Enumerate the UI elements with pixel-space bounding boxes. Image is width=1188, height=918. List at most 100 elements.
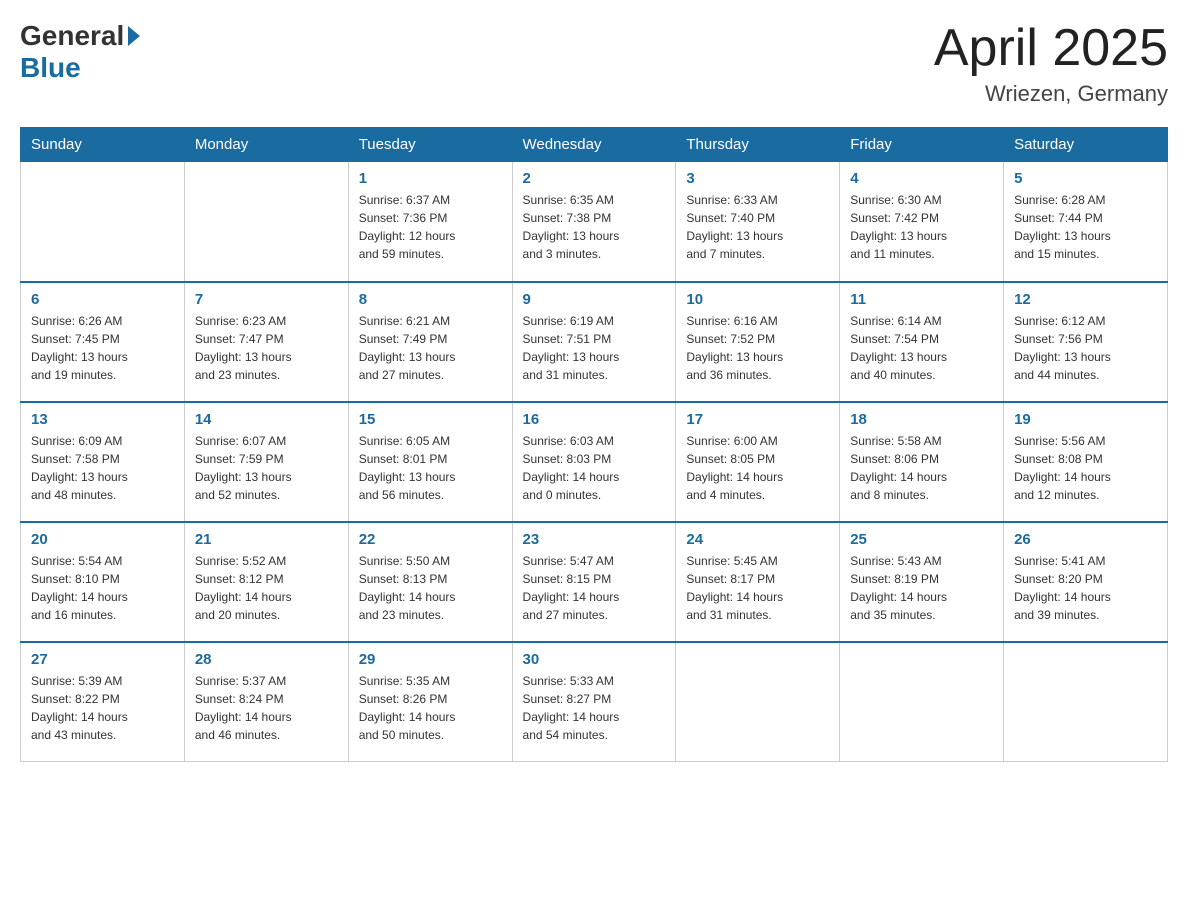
col-header-monday: Monday: [184, 128, 348, 162]
calendar-cell: 12 Sunrise: 6:12 AM Sunset: 7:56 PM Dayli…: [1004, 282, 1168, 402]
day-info: Sunrise: 6:30 AM Sunset: 7:42 PM Dayligh…: [850, 191, 993, 263]
col-header-wednesday: Wednesday: [512, 128, 676, 162]
day-number: 11: [850, 291, 993, 308]
calendar-cell: 25Sunrise: 5:43 AM Sunset: 8:19 PM Dayli…: [840, 522, 1004, 642]
day-info: Sunrise: 6:14 AM Sunset: 7:54 PM Dayligh…: [850, 312, 993, 384]
calendar-cell: 11 Sunrise: 6:14 AM Sunset: 7:54 PM Dayli…: [840, 282, 1004, 402]
day-number: 28: [195, 651, 338, 668]
calendar-cell: 2Sunrise: 6:35 AM Sunset: 7:38 PM Daylig…: [512, 162, 676, 282]
day-info: Sunrise: 5:50 AM Sunset: 8:13 PM Dayligh…: [359, 552, 502, 624]
calendar-cell: [184, 162, 348, 282]
col-header-sunday: Sunday: [21, 128, 185, 162]
day-number: 27: [31, 651, 174, 668]
day-info: Sunrise: 6:26 AM Sunset: 7:45 PM Dayligh…: [31, 312, 174, 384]
calendar-cell: [676, 642, 840, 762]
day-number: 21: [195, 531, 338, 548]
calendar-cell: 16 Sunrise: 6:03 AM Sunset: 8:03 PM Dayli…: [512, 402, 676, 522]
calendar-cell: [840, 642, 1004, 762]
calendar-cell: 14Sunrise: 6:07 AM Sunset: 7:59 PM Dayli…: [184, 402, 348, 522]
day-info: Sunrise: 5:56 AM Sunset: 8:08 PM Dayligh…: [1014, 432, 1157, 504]
title-block: April 2025 Wriezen, Germany: [934, 20, 1168, 107]
day-number: 12: [1014, 291, 1157, 308]
day-info: Sunrise: 6:09 AM Sunset: 7:58 PM Dayligh…: [31, 432, 174, 504]
day-info: Sunrise: 6:37 AM Sunset: 7:36 PM Dayligh…: [359, 191, 502, 263]
day-number: 19: [1014, 411, 1157, 428]
day-number: 6: [31, 291, 174, 308]
day-number: 3: [686, 170, 829, 187]
day-number: 16: [523, 411, 666, 428]
location-text: Wriezen, Germany: [934, 81, 1168, 107]
day-info: Sunrise: 6:33 AM Sunset: 7:40 PM Dayligh…: [686, 191, 829, 263]
day-number: 22: [359, 531, 502, 548]
calendar-cell: 18Sunrise: 5:58 AM Sunset: 8:06 PM Dayli…: [840, 402, 1004, 522]
page-header: General Blue April 2025 Wriezen, Germany: [20, 20, 1168, 107]
day-info: Sunrise: 6:05 AM Sunset: 8:01 PM Dayligh…: [359, 432, 502, 504]
day-number: 17: [686, 411, 829, 428]
calendar-cell: 5Sunrise: 6:28 AM Sunset: 7:44 PM Daylig…: [1004, 162, 1168, 282]
calendar-cell: 4Sunrise: 6:30 AM Sunset: 7:42 PM Daylig…: [840, 162, 1004, 282]
calendar-cell: 19 Sunrise: 5:56 AM Sunset: 8:08 PM Dayli…: [1004, 402, 1168, 522]
calendar-cell: 21Sunrise: 5:52 AM Sunset: 8:12 PM Dayli…: [184, 522, 348, 642]
calendar-table: SundayMondayTuesdayWednesdayThursdayFrid…: [20, 127, 1168, 762]
day-number: 13: [31, 411, 174, 428]
logo: General Blue: [20, 20, 140, 84]
day-info: Sunrise: 6:28 AM Sunset: 7:44 PM Dayligh…: [1014, 191, 1157, 263]
day-info: Sunrise: 6:16 AM Sunset: 7:52 PM Dayligh…: [686, 312, 829, 384]
col-header-friday: Friday: [840, 128, 1004, 162]
day-number: 14: [195, 411, 338, 428]
calendar-week-1: 1 Sunrise: 6:37 AM Sunset: 7:36 PM Daylig…: [21, 162, 1168, 282]
calendar-cell: 29 Sunrise: 5:35 AM Sunset: 8:26 PM Dayli…: [348, 642, 512, 762]
day-number: 26: [1014, 531, 1157, 548]
day-info: Sunrise: 6:19 AM Sunset: 7:51 PM Dayligh…: [523, 312, 666, 384]
month-title: April 2025: [934, 20, 1168, 77]
day-info: Sunrise: 6:12 AM Sunset: 7:56 PM Dayligh…: [1014, 312, 1157, 384]
day-number: 24: [686, 531, 829, 548]
calendar-cell: 6 Sunrise: 6:26 AM Sunset: 7:45 PM Daylig…: [21, 282, 185, 402]
day-number: 8: [359, 291, 502, 308]
day-info: Sunrise: 5:33 AM Sunset: 8:27 PM Dayligh…: [523, 672, 666, 744]
day-number: 30: [523, 651, 666, 668]
calendar-cell: [21, 162, 185, 282]
day-info: Sunrise: 5:45 AM Sunset: 8:17 PM Dayligh…: [686, 552, 829, 624]
day-info: Sunrise: 5:58 AM Sunset: 8:06 PM Dayligh…: [850, 432, 993, 504]
logo-general-text: General: [20, 20, 124, 52]
day-info: Sunrise: 5:43 AM Sunset: 8:19 PM Dayligh…: [850, 552, 993, 624]
calendar-week-2: 6 Sunrise: 6:26 AM Sunset: 7:45 PM Daylig…: [21, 282, 1168, 402]
col-header-thursday: Thursday: [676, 128, 840, 162]
day-info: Sunrise: 5:54 AM Sunset: 8:10 PM Dayligh…: [31, 552, 174, 624]
calendar-cell: [1004, 642, 1168, 762]
calendar-cell: 9 Sunrise: 6:19 AM Sunset: 7:51 PM Daylig…: [512, 282, 676, 402]
calendar-week-4: 20Sunrise: 5:54 AM Sunset: 8:10 PM Dayli…: [21, 522, 1168, 642]
day-number: 29: [359, 651, 502, 668]
day-info: Sunrise: 5:37 AM Sunset: 8:24 PM Dayligh…: [195, 672, 338, 744]
day-number: 1: [359, 170, 502, 187]
day-info: Sunrise: 6:23 AM Sunset: 7:47 PM Dayligh…: [195, 312, 338, 384]
day-info: Sunrise: 5:47 AM Sunset: 8:15 PM Dayligh…: [523, 552, 666, 624]
calendar-cell: 17Sunrise: 6:00 AM Sunset: 8:05 PM Dayli…: [676, 402, 840, 522]
calendar-cell: 8 Sunrise: 6:21 AM Sunset: 7:49 PM Daylig…: [348, 282, 512, 402]
calendar-cell: 10 Sunrise: 6:16 AM Sunset: 7:52 PM Dayli…: [676, 282, 840, 402]
calendar-cell: 1 Sunrise: 6:37 AM Sunset: 7:36 PM Daylig…: [348, 162, 512, 282]
calendar-cell: 15Sunrise: 6:05 AM Sunset: 8:01 PM Dayli…: [348, 402, 512, 522]
header-row: SundayMondayTuesdayWednesdayThursdayFrid…: [21, 128, 1168, 162]
day-number: 2: [523, 170, 666, 187]
day-number: 10: [686, 291, 829, 308]
calendar-cell: 7Sunrise: 6:23 AM Sunset: 7:47 PM Daylig…: [184, 282, 348, 402]
day-info: Sunrise: 6:21 AM Sunset: 7:49 PM Dayligh…: [359, 312, 502, 384]
calendar-week-3: 13 Sunrise: 6:09 AM Sunset: 7:58 PM Dayli…: [21, 402, 1168, 522]
day-info: Sunrise: 5:35 AM Sunset: 8:26 PM Dayligh…: [359, 672, 502, 744]
day-number: 9: [523, 291, 666, 308]
calendar-cell: 20Sunrise: 5:54 AM Sunset: 8:10 PM Dayli…: [21, 522, 185, 642]
col-header-saturday: Saturday: [1004, 128, 1168, 162]
calendar-week-5: 27Sunrise: 5:39 AM Sunset: 8:22 PM Dayli…: [21, 642, 1168, 762]
day-number: 23: [523, 531, 666, 548]
calendar-cell: 26 Sunrise: 5:41 AM Sunset: 8:20 PM Dayli…: [1004, 522, 1168, 642]
calendar-cell: 23 Sunrise: 5:47 AM Sunset: 8:15 PM Dayli…: [512, 522, 676, 642]
day-info: Sunrise: 6:03 AM Sunset: 8:03 PM Dayligh…: [523, 432, 666, 504]
calendar-cell: 13 Sunrise: 6:09 AM Sunset: 7:58 PM Dayli…: [21, 402, 185, 522]
logo-blue-text: Blue: [20, 52, 81, 84]
day-info: Sunrise: 5:41 AM Sunset: 8:20 PM Dayligh…: [1014, 552, 1157, 624]
calendar-cell: 22 Sunrise: 5:50 AM Sunset: 8:13 PM Dayli…: [348, 522, 512, 642]
calendar-cell: 27Sunrise: 5:39 AM Sunset: 8:22 PM Dayli…: [21, 642, 185, 762]
logo-arrow-icon: [128, 26, 140, 46]
